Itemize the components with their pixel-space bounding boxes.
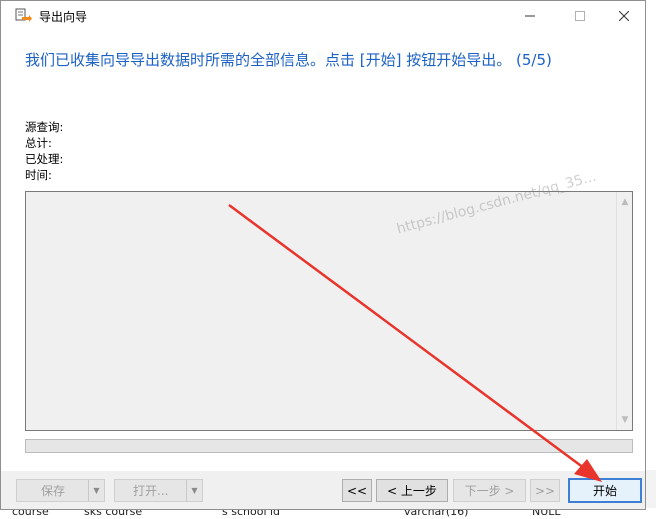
export-info: 源查询: 总计: 已处理: 时间: [25,119,63,183]
button-bar: 保存 ▼ 打开... ▼ << < 上一步 下一步 > >> 开始 [1,471,645,509]
wizard-content: 我们已收集向导导出数据时所需的全部信息。点击 [开始] 按钮开始导出。 (5/5… [1,31,645,471]
export-log-box[interactable]: ▲ ▼ [25,191,633,431]
time-label: 时间: [25,168,52,182]
close-button[interactable] [601,1,647,31]
first-step-button[interactable]: << [342,479,372,502]
window-title: 导出向导 [39,10,88,24]
maximize-icon [575,11,585,21]
export-progress-bar [25,439,633,453]
title-bar[interactable]: 导出向导 [1,1,645,31]
chevron-down-icon[interactable]: ▼ [88,480,104,501]
chevron-down-icon[interactable]: ▼ [186,480,202,501]
save-button[interactable]: 保存 ▼ [16,479,105,502]
source-query-label: 源查询: [25,120,64,134]
save-button-label: 保存 [41,484,66,498]
log-scrollbar[interactable]: ▲ ▼ [616,192,632,430]
previous-step-button[interactable]: < 上一步 [376,479,448,502]
next-step-button[interactable]: 下一步 > [453,479,526,502]
open-button[interactable]: 打开... ▼ [114,479,203,502]
wizard-heading: 我们已收集向导导出数据时所需的全部信息。点击 [开始] 按钮开始导出。 (5/5… [25,51,552,69]
export-wizard-icon [15,8,32,22]
scroll-down-icon[interactable]: ▼ [617,412,633,428]
last-step-button[interactable]: >> [530,479,560,502]
scroll-up-icon[interactable]: ▲ [617,194,633,210]
minimize-button[interactable] [507,1,553,31]
start-button[interactable]: 开始 [568,478,642,503]
processed-label: 已处理: [25,152,64,166]
minimize-icon [525,15,535,17]
open-button-label: 打开... [133,484,169,498]
export-wizard-dialog: 导出向导 我们已收集向导导出数据时所需的全部信息。点击 [开始] 按钮开始导出。… [0,0,646,510]
maximize-button[interactable] [557,1,603,31]
close-icon [619,11,629,21]
total-label: 总计: [25,136,52,150]
